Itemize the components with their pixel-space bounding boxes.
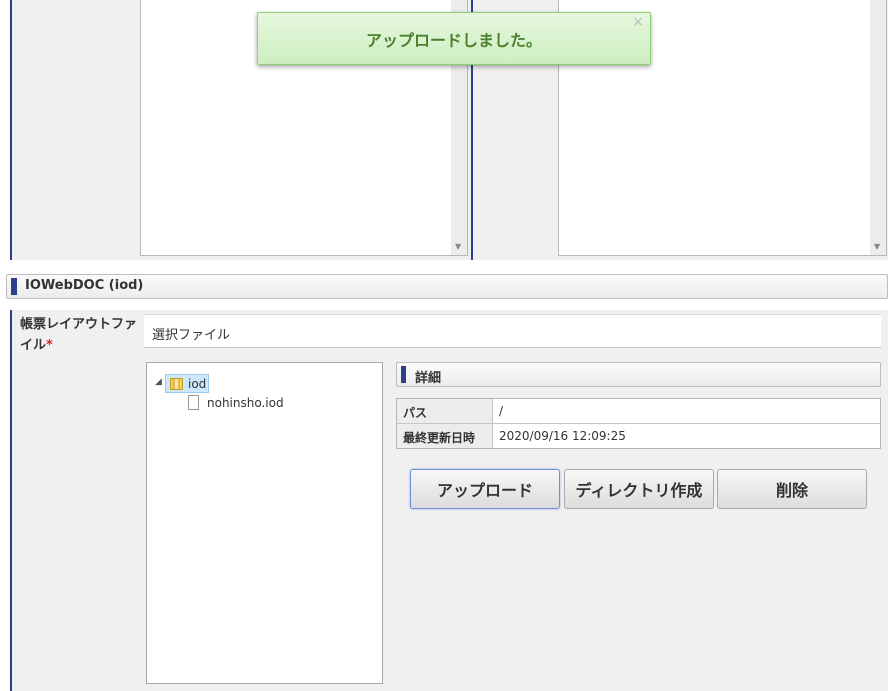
scrollbar-track[interactable]: ▼: [870, 0, 886, 255]
success-toast: アップロードしました。 ×: [257, 12, 651, 65]
tree-node-iod[interactable]: iod: [165, 374, 209, 393]
delete-button[interactable]: 削除: [717, 469, 867, 509]
tree-node-label: iod: [188, 377, 207, 391]
section-header: IOWebDOC (iod): [6, 274, 888, 299]
field-label-text: 帳票レイアウトファイル: [20, 317, 138, 353]
detail-row-label-modified: 最終更新日時: [397, 424, 493, 448]
create-directory-button[interactable]: ディレクトリ作成: [564, 469, 714, 509]
toast-message: アップロードしました。: [365, 30, 542, 50]
section-title: IOWebDOC (iod): [25, 278, 144, 293]
detail-table: パス / 最終更新日時 2020/09/16 12:09:25: [396, 398, 881, 449]
scroll-down-icon[interactable]: ▼: [874, 243, 880, 251]
field-label: 帳票レイアウトファイル*: [20, 314, 138, 356]
tree-expand-icon[interactable]: ◢: [155, 377, 162, 387]
close-icon[interactable]: ×: [632, 14, 644, 30]
selected-file-label: 選択ファイル: [152, 328, 231, 343]
upper-field-label-cell: [10, 0, 138, 260]
section-accent-bar: [11, 278, 17, 295]
file-tree[interactable]: ◢ iod nohinsho.iod: [146, 362, 383, 684]
detail-header: 詳細: [396, 362, 881, 387]
tree-node-nohinsho[interactable]: nohinsho.iod: [207, 396, 284, 410]
detail-row-value-path: /: [499, 404, 504, 418]
required-mark: *: [46, 338, 53, 353]
scroll-down-icon[interactable]: ▼: [455, 243, 461, 251]
detail-accent-bar: [401, 366, 406, 383]
upload-button[interactable]: アップロード: [410, 469, 560, 509]
folder-icon: [170, 378, 183, 390]
selected-file-bar: 選択ファイル: [144, 314, 881, 348]
file-icon: [188, 395, 199, 410]
form-field-label-cell: 帳票レイアウトファイル*: [10, 310, 138, 691]
detail-title: 詳細: [415, 371, 442, 386]
detail-row-label-path: パス: [397, 399, 493, 423]
detail-row-value-modified: 2020/09/16 12:09:25: [499, 429, 626, 443]
